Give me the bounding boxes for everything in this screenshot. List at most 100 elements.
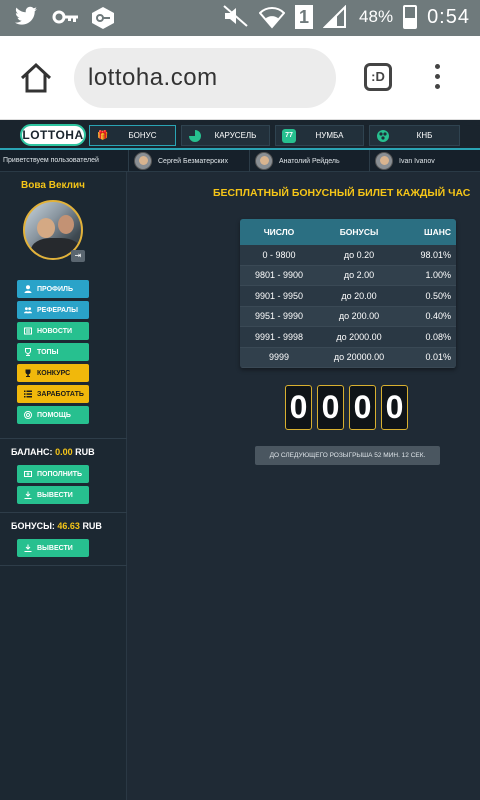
tabs-switcher-button[interactable]: :D [364, 63, 392, 91]
ticket-digit: 0 [349, 385, 376, 430]
ticket-digits: 0 0 0 0 [285, 385, 408, 430]
table-row: 9801 - 9900 до 2.00 1.00% [240, 265, 456, 286]
deposit-button[interactable]: ПОПОЛНИТЬ [17, 465, 89, 483]
divider [0, 565, 127, 566]
overflow-menu-icon[interactable] [430, 64, 444, 94]
list-icon [24, 390, 32, 398]
withdraw-button[interactable]: ВЫВЕСТИ [17, 486, 89, 504]
table-cell: до 2000.00 [336, 331, 382, 342]
divider [0, 512, 127, 513]
trophy-icon [24, 369, 32, 377]
welcome-user[interactable]: Сергей Безматерских [134, 151, 228, 171]
table-row: 9901 - 9950 до 20.00 0.50% [240, 286, 456, 307]
avatar [255, 152, 273, 170]
bonus-withdraw-label: ВЫВЕСТИ [37, 544, 73, 552]
table-cell: 9951 - 9990 [254, 311, 304, 322]
table-cell: до 20000.00 [333, 352, 385, 363]
bonus-odds-table: ЧИСЛО БОНУСЫ ШАНС 0 - 9800 до 0.20 98.01% 9… [240, 219, 456, 368]
cup-icon [24, 348, 32, 356]
column-header: ЧИСЛО [263, 227, 295, 237]
signal-icon [322, 4, 349, 29]
pie-icon [188, 129, 202, 143]
browser-toolbar: lottoha.com :D [0, 36, 480, 120]
tab-carousel[interactable]: КАРУСЕЛЬ [181, 125, 270, 146]
bonus-currency: RUB [82, 521, 102, 531]
divider [128, 150, 129, 172]
table-cell: 9801 - 9900 [254, 270, 304, 281]
bonus-withdraw-button[interactable]: ВЫВЕСТИ [17, 539, 89, 557]
table-cell: 0 - 9800 [262, 249, 296, 260]
address-bar[interactable]: lottoha.com [74, 48, 336, 108]
deposit-icon [24, 470, 32, 478]
help-icon [24, 411, 32, 419]
users-icon [24, 306, 32, 314]
logout-icon[interactable]: ⇥ [71, 250, 85, 262]
sidebar-item-label: КОНКУРС [37, 369, 71, 377]
balance-line: БАЛАНС: 0.00 RUB [11, 447, 95, 457]
tab-bonus[interactable]: 🎁 БОНУС [89, 125, 176, 146]
tab-rps[interactable]: КНБ [369, 125, 460, 146]
table-header: ЧИСЛО БОНУСЫ ШАНС [240, 219, 456, 245]
main-content: БЕСПЛАТНЫЙ БОНУСНЫЙ БИЛЕТ КАЖДЫЙ ЧАС ЧИС… [128, 172, 480, 800]
sidebar-item-label: ТОПЫ [37, 348, 59, 356]
welcome-user-name: Анатолий Рейдель [279, 157, 340, 165]
page-title: БЕСПЛАТНЫЙ БОНУСНЫЙ БИЛЕТ КАЖДЫЙ ЧАС [213, 187, 471, 199]
table-body: 0 - 9800 до 0.20 98.01% 9801 - 9900 до 2.00 1… [240, 245, 456, 368]
table-cell: 1.00% [425, 270, 451, 281]
wifi-icon [258, 5, 286, 29]
sidebar-item-earn[interactable]: ЗАРАБОТАТЬ [17, 385, 89, 403]
table-cell: до 2.00 [343, 270, 375, 281]
welcome-user-name: Сергей Безматерских [158, 157, 228, 165]
sidebar-item-help[interactable]: ПОМОЩЬ [17, 406, 89, 424]
tab-carousel-label: КАРУСЕЛЬ [214, 131, 257, 140]
url-text[interactable]: lottoha.com [88, 64, 218, 92]
table-cell: 0.08% [425, 331, 451, 342]
numba-icon: 77 [282, 128, 296, 143]
sidebar-item-label: ПОМОЩЬ [37, 411, 71, 419]
balance-currency: RUB [75, 447, 95, 457]
table-row: 0 - 9800 до 0.20 98.01% [240, 245, 456, 266]
table-cell: 0.50% [425, 290, 451, 301]
mute-icon [223, 5, 249, 29]
sidebar-item-contest[interactable]: КОНКУРС [17, 364, 89, 382]
news-icon [24, 327, 32, 335]
tab-numba[interactable]: 77 НУМБА [275, 125, 364, 146]
table-cell: до 20.00 [341, 290, 377, 301]
welcome-user[interactable]: Анатолий Рейдель [255, 151, 340, 171]
table-cell: 9999 [268, 352, 290, 363]
bonus-label: БОНУСЫ: [11, 521, 55, 531]
table-cell: до 0.20 [343, 249, 375, 260]
sim-icon: 1 [295, 5, 314, 29]
table-cell: 98.01% [420, 249, 451, 260]
next-draw-timer-button[interactable]: ДО СЛЕДУЮЩЕГО РОЗЫГРЫША 52 МИН. 12 СЕК. [255, 446, 440, 465]
ticket-digit: 0 [381, 385, 408, 430]
username[interactable]: Вова Веклич [0, 180, 106, 191]
column-header: ШАНС [424, 227, 451, 237]
home-icon[interactable] [18, 60, 54, 96]
bonus-line: БОНУСЫ: 46.63 RUB [11, 521, 102, 531]
balance-label: БАЛАНС: [11, 447, 53, 457]
divider [0, 438, 127, 439]
avatar [375, 152, 393, 170]
twitter-icon [14, 6, 40, 30]
welcome-user[interactable]: Ivan Ivanov [375, 151, 435, 171]
sidebar-item-tops[interactable]: ТОПЫ [17, 343, 89, 361]
rps-icon [376, 129, 390, 143]
tab-bonus-label: БОНУС [128, 131, 157, 140]
column-header: БОНУСЫ [339, 227, 379, 237]
table-cell: 9901 - 9950 [254, 290, 304, 301]
sidebar: Вова Веклич ⇥ ПРОФИЛЬ РЕФЕРАЛЫ НОВОСТИ Т… [0, 172, 127, 800]
withdraw-label: ВЫВЕСТИ [37, 491, 73, 499]
site-top-nav: LOTTOHA 🎁 БОНУС КАРУСЕЛЬ 77 НУМБА КНБ [0, 120, 480, 150]
ticket-digit: 0 [285, 385, 312, 430]
welcome-user-name: Ivan Ivanov [399, 157, 435, 165]
avatar [134, 152, 152, 170]
sidebar-item-news[interactable]: НОВОСТИ [17, 322, 89, 340]
sidebar-item-profile[interactable]: ПРОФИЛЬ [17, 280, 89, 298]
tab-numba-label: НУМБА [315, 131, 344, 140]
ticket-digit: 0 [317, 385, 344, 430]
table-cell: до 200.00 [338, 311, 380, 322]
vpn-icon [90, 6, 116, 30]
site-logo[interactable]: LOTTOHA [20, 124, 86, 146]
sidebar-item-referrals[interactable]: РЕФЕРАЛЫ [17, 301, 89, 319]
